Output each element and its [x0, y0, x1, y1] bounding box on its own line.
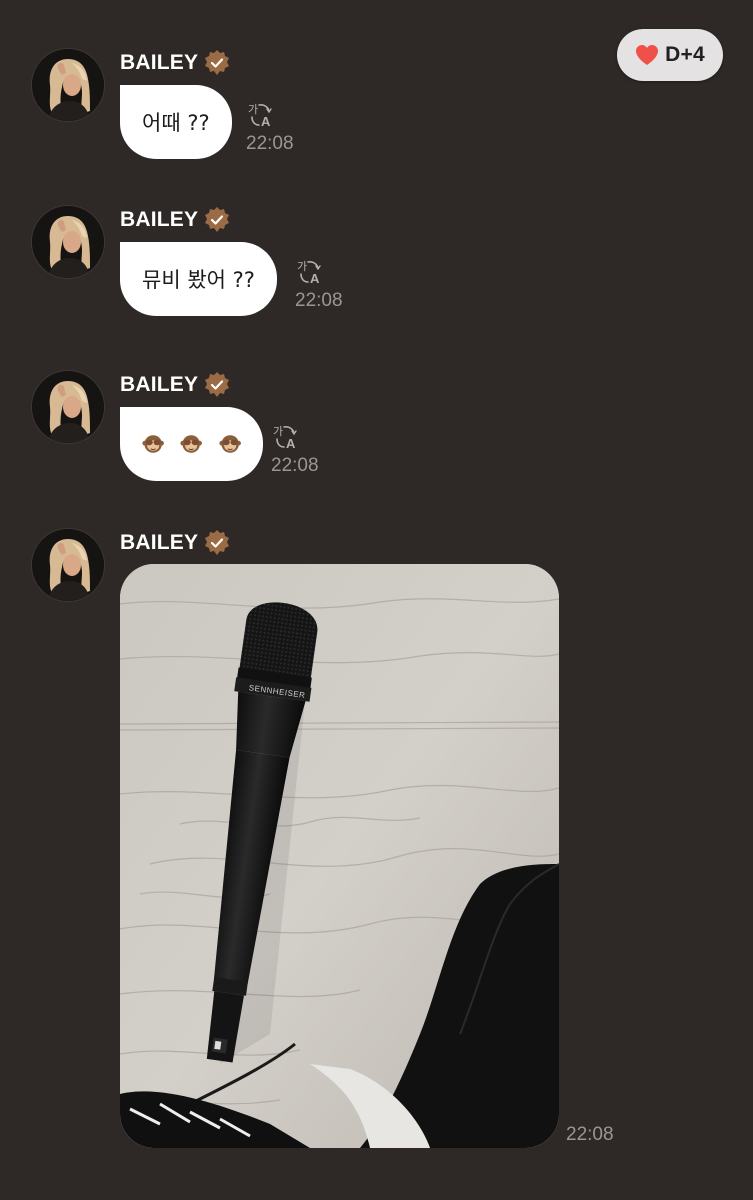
translate-icon[interactable]	[272, 423, 300, 449]
verified-badge-icon	[203, 206, 231, 234]
avatar-image	[32, 49, 104, 121]
see-no-evil-monkey-icon	[142, 430, 164, 458]
sender-name: BAILEY	[120, 208, 199, 231]
avatar[interactable]	[31, 205, 105, 279]
message-timestamp: 22:08	[271, 455, 319, 476]
message-timestamp: 22:08	[246, 133, 294, 154]
dday-label: D+4	[665, 43, 705, 66]
verified-badge-icon	[203, 371, 231, 399]
avatar-image	[32, 529, 104, 601]
heart-icon	[636, 45, 659, 65]
microphone-photo: SENNHEISER	[120, 564, 559, 1148]
translate-icon[interactable]	[247, 101, 275, 127]
message-text: 어때 ??	[142, 111, 210, 135]
message-bubble[interactable]	[120, 407, 263, 481]
message-timestamp: 22:08	[295, 290, 343, 311]
sender-name: BAILEY	[120, 373, 199, 396]
dday-badge[interactable]: D+4	[617, 29, 723, 81]
sender-row: BAILEY	[120, 528, 231, 558]
sender-row: BAILEY	[120, 370, 231, 400]
translate-icon[interactable]	[296, 258, 324, 284]
message-timestamp: 22:08	[566, 1124, 614, 1145]
message-text: 뮤비 봤어 ??	[142, 268, 255, 292]
avatar[interactable]	[31, 48, 105, 122]
verified-badge-icon	[203, 49, 231, 77]
sender-row: BAILEY	[120, 205, 231, 235]
sender-row: BAILEY	[120, 48, 231, 78]
photo-message[interactable]: SENNHEISER	[120, 564, 559, 1148]
avatar[interactable]	[31, 528, 105, 602]
sender-name: BAILEY	[120, 531, 199, 554]
avatar-image	[32, 206, 104, 278]
sender-name: BAILEY	[120, 51, 199, 74]
message-bubble[interactable]: 뮤비 봤어 ??	[120, 242, 277, 316]
see-no-evil-monkey-icon	[219, 430, 241, 458]
avatar[interactable]	[31, 370, 105, 444]
see-no-evil-monkey-icon	[180, 430, 202, 458]
verified-badge-icon	[203, 529, 231, 557]
avatar-image	[32, 371, 104, 443]
message-bubble[interactable]: 어때 ??	[120, 85, 232, 159]
